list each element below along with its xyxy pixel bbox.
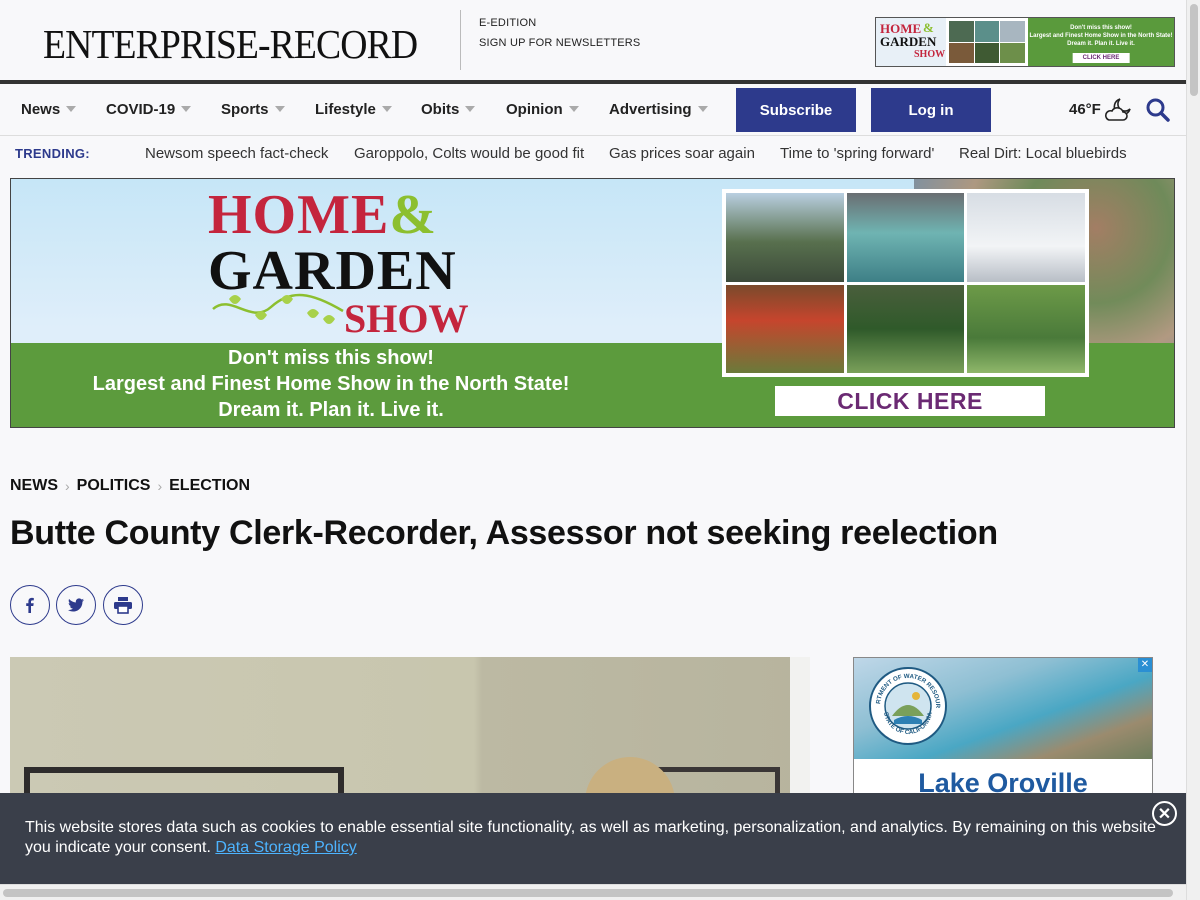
nav-label: COVID-19 (106, 101, 176, 118)
nav-label: Advertising (609, 101, 692, 118)
header-links: E-EDITION SIGN UP FOR NEWSLETTERS (479, 13, 640, 53)
cookie-consent-banner: This website stores data such as cookies… (0, 793, 1186, 884)
chevron-down-icon (381, 106, 392, 112)
subscribe-button[interactable]: Subscribe (736, 88, 856, 132)
print-icon (114, 597, 132, 614)
data-storage-policy-link[interactable]: Data Storage Policy (215, 839, 356, 856)
chevron-down-icon (465, 106, 476, 112)
banner-ad-message: Don't miss this show! Largest and Finest… (51, 345, 611, 423)
breadcrumb: NEWS › POLITICS › ELECTION (10, 477, 250, 495)
twitter-icon (68, 598, 84, 612)
share-facebook-button[interactable] (10, 585, 50, 625)
nav-item-news[interactable]: News (21, 101, 77, 118)
nav-item-lifestyle[interactable]: Lifestyle (315, 101, 392, 118)
header-divider (460, 10, 461, 70)
banner-ad-amp: & (389, 184, 436, 246)
cookie-message: This website stores data such as cookies… (25, 818, 1165, 858)
nav-item-sports[interactable]: Sports (221, 101, 285, 118)
facebook-icon (26, 597, 34, 613)
article-headline: Butte County Clerk-Recorder, Assessor no… (10, 514, 998, 552)
leaf-vine-icon (212, 293, 344, 324)
banner-ad-click-here-button[interactable]: CLICK HERE (775, 386, 1045, 416)
trending-bar: TRENDING: Newsom speech fact-check Garop… (0, 136, 1186, 170)
login-button[interactable]: Log in (871, 88, 991, 132)
photo-edge (790, 657, 810, 807)
nav-item-advertising[interactable]: Advertising (609, 101, 708, 118)
breadcrumb-news[interactable]: NEWS (10, 477, 58, 495)
share-twitter-button[interactable] (56, 585, 96, 625)
nav-label: Opinion (506, 101, 563, 118)
adchoices-close-icon[interactable]: ✕ (1138, 658, 1152, 672)
close-icon[interactable]: ✕ (1152, 801, 1177, 826)
e-edition-link[interactable]: E-EDITION (479, 13, 640, 33)
header-ad-line2: Largest and Finest Home Show in the Nort… (1029, 33, 1173, 39)
print-button[interactable] (103, 585, 143, 625)
nav-label: News (21, 101, 61, 118)
banner-ad-home: HOME (208, 184, 390, 246)
trending-item[interactable]: Real Dirt: Local bluebirds (959, 145, 1127, 162)
partly-cloudy-night-icon (1105, 98, 1131, 121)
chevron-down-icon (274, 106, 285, 112)
breadcrumb-election[interactable]: ELECTION (169, 477, 250, 495)
banner-ad-photo-grid (722, 189, 1089, 377)
scrollbar-thumb[interactable] (1190, 4, 1198, 96)
banner-ad[interactable]: HOME& GARDEN SHOW Don't miss this show! … (10, 178, 1175, 428)
nav-item-covid[interactable]: COVID-19 (106, 101, 192, 118)
weather-temperature[interactable]: 46°F (1069, 101, 1101, 118)
header-ad-text: Don't miss this show! Largest and Finest… (1028, 18, 1174, 66)
search-icon[interactable] (1145, 97, 1171, 123)
dwr-seal-icon: DEPARTMENT OF WATER RESOURCES STATE OF C… (868, 666, 947, 745)
site-logo[interactable]: ENTERPRISE-RECORD (43, 20, 418, 68)
nav-item-obits[interactable]: Obits (421, 101, 476, 118)
header-ad-show: SHOW (914, 49, 946, 60)
banner-ad-line2: Largest and Finest Home Show in the Nort… (92, 373, 570, 395)
breadcrumb-politics[interactable]: POLITICS (77, 477, 151, 495)
header-ad-line3: Dream it. Plan it. Live it. (1067, 41, 1135, 47)
chevron-right-icon: › (157, 478, 163, 494)
scrollbar-thumb[interactable] (3, 889, 1173, 897)
main-nav: News COVID-19 Sports Lifestyle Obits Opi… (0, 84, 1186, 136)
header-ad-garden: GARDEN (880, 34, 937, 49)
cookie-message-text: This website stores data such as cookies… (25, 819, 1156, 856)
sidebar-ad[interactable]: DEPARTMENT OF WATER RESOURCES STATE OF C… (853, 657, 1153, 807)
nav-item-opinion[interactable]: Opinion (506, 101, 579, 118)
banner-ad-line1: Don't miss this show! (228, 347, 434, 369)
chevron-down-icon (181, 106, 192, 112)
trending-item[interactable]: Garoppolo, Colts would be good fit (354, 145, 584, 162)
vertical-scrollbar[interactable] (1186, 0, 1200, 900)
trending-item[interactable]: Newsom speech fact-check (145, 145, 328, 162)
trending-item[interactable]: Time to 'spring forward' (780, 145, 934, 162)
chevron-down-icon (697, 106, 708, 112)
nav-label: Lifestyle (315, 101, 376, 118)
trending-item[interactable]: Gas prices soar again (609, 145, 755, 162)
header-ad-photos (946, 18, 1028, 66)
header-ad[interactable]: HOME & GARDEN SHOW Don't miss this show!… (875, 17, 1175, 67)
header-ad-line1: Don't miss this show! (1070, 25, 1132, 31)
newsletter-signup-link[interactable]: SIGN UP FOR NEWSLETTERS (479, 33, 640, 53)
header-ad-amp: & (923, 20, 934, 35)
masthead: ENTERPRISE-RECORD E-EDITION SIGN UP FOR … (0, 0, 1186, 80)
banner-ad-show: SHOW (344, 296, 469, 341)
trending-label: TRENDING: (15, 146, 90, 161)
banner-ad-line3: Dream it. Plan it. Live it. (218, 399, 444, 421)
horizontal-scrollbar[interactable] (0, 884, 1186, 900)
chevron-down-icon (568, 106, 579, 112)
chevron-right-icon: › (65, 478, 70, 494)
chevron-down-icon (66, 106, 77, 112)
header-ad-cta[interactable]: CLICK HERE (1072, 53, 1130, 63)
header-ad-logo: HOME & GARDEN SHOW (876, 18, 946, 66)
article-photo[interactable] (10, 657, 810, 807)
nav-label: Obits (421, 101, 460, 118)
nav-label: Sports (221, 101, 269, 118)
